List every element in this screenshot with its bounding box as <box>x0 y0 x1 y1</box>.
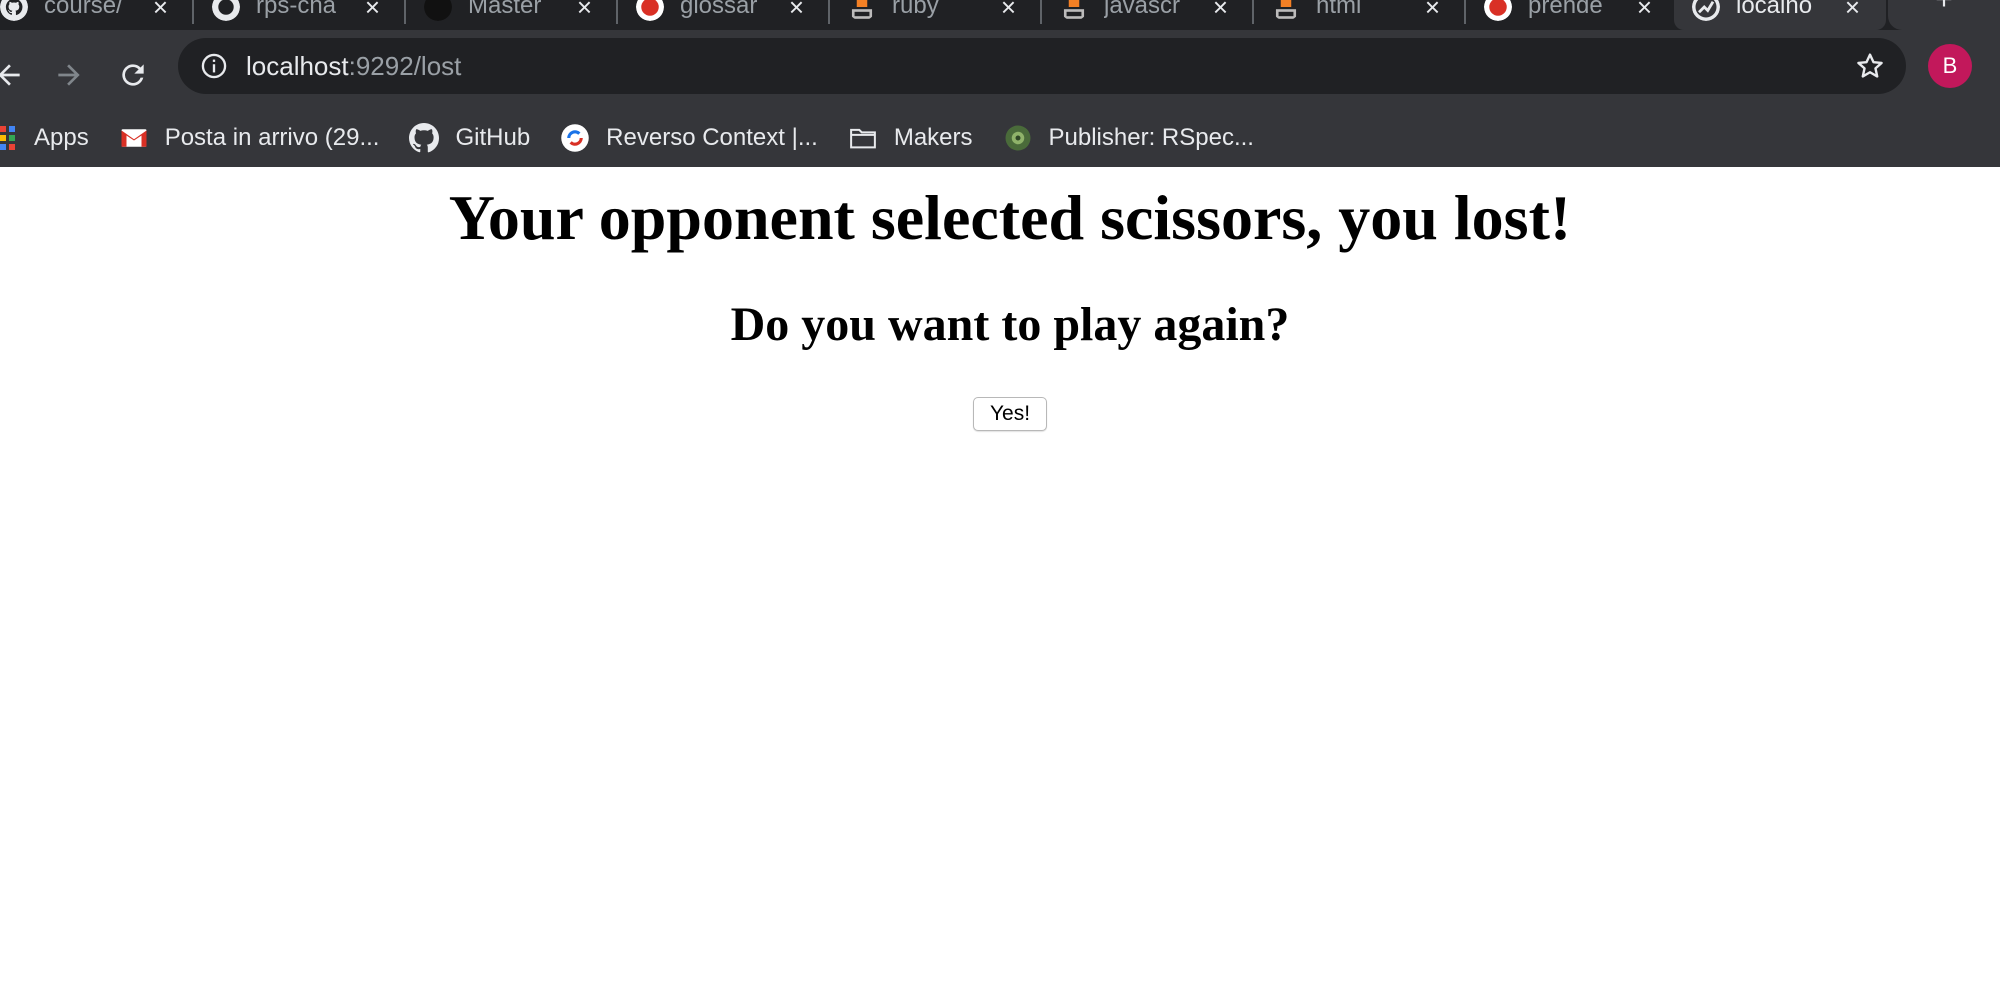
makers-icon <box>424 0 452 21</box>
globe-icon <box>1692 0 1720 21</box>
bookmark-label: Apps <box>34 124 89 151</box>
stackoverflow-icon <box>851 0 873 19</box>
forward-button[interactable] <box>44 50 94 100</box>
reverso-icon <box>1484 0 1512 21</box>
apps-grid-icon <box>0 126 15 150</box>
new-tab-button[interactable]: + <box>1888 0 2000 30</box>
reverso-icon <box>561 124 589 152</box>
tab-prende[interactable]: prende × <box>1466 0 1678 30</box>
reload-icon <box>122 64 144 86</box>
arrow-left-icon <box>0 64 20 86</box>
gmail-icon <box>121 129 147 147</box>
info-icon[interactable] <box>200 52 228 80</box>
tab-title: rps-cha <box>256 0 337 19</box>
tab-master[interactable]: Master × <box>406 0 618 30</box>
bookmark-label: GitHub <box>455 124 531 151</box>
bookmark-label: Makers <box>893 124 973 151</box>
close-icon[interactable]: × <box>365 0 380 23</box>
bookmarks-bar: Apps Posta in arrivo (29... GitHub Rever… <box>0 112 2000 164</box>
tab-localhost[interactable]: localho × <box>1674 0 1886 30</box>
tab-title: html <box>1316 0 1362 19</box>
back-button[interactable] <box>0 50 34 100</box>
close-icon[interactable]: × <box>1637 0 1652 23</box>
url-host: localhost <box>246 51 349 81</box>
close-icon[interactable]: × <box>1845 0 1860 23</box>
tab-title: javascr <box>1104 0 1181 19</box>
bookmark-publisher[interactable]: Publisher: RSpec... <box>1003 123 1254 153</box>
tab-html[interactable]: html × <box>1254 0 1466 30</box>
arrow-right-icon <box>58 64 80 86</box>
star-icon[interactable] <box>1854 50 1886 82</box>
bookmark-makers[interactable]: Makers <box>848 123 973 153</box>
reload-button[interactable] <box>108 50 158 100</box>
tab-rps[interactable]: rps-cha × <box>194 0 406 30</box>
bookmark-github[interactable]: GitHub <box>409 123 530 153</box>
github-icon <box>212 0 240 21</box>
page-content: Your opponent selected scissors, you los… <box>0 167 2000 990</box>
stackoverflow-icon <box>1063 0 1085 19</box>
close-icon[interactable]: × <box>577 0 592 23</box>
tab-title: prende <box>1528 0 1603 19</box>
browser-chrome: course/ × rps-cha × Master × glossar × r… <box>0 0 2000 167</box>
publisher-icon <box>1005 125 1031 151</box>
close-icon[interactable]: × <box>1425 0 1440 23</box>
bookmark-label: Publisher: RSpec... <box>1048 124 1254 151</box>
profile-avatar[interactable]: B <box>1928 44 1972 88</box>
bookmark-reverso[interactable]: Reverso Context |... <box>560 123 818 153</box>
github-icon <box>409 123 440 153</box>
tab-course[interactable]: course/ × <box>0 0 194 30</box>
close-icon[interactable]: × <box>153 0 168 23</box>
bookmark-apps[interactable]: Apps <box>0 123 89 153</box>
tab-title: glossar <box>680 0 758 19</box>
bookmark-label: Posta in arrivo (29... <box>164 124 380 151</box>
folder-icon <box>849 128 876 149</box>
play-again-prompt: Do you want to play again? <box>730 298 1290 351</box>
address-bar[interactable]: localhost:9292/lost <box>178 38 1906 94</box>
url-text[interactable]: localhost:9292/lost <box>246 38 461 94</box>
tab-title: Master <box>468 0 542 19</box>
tab-title: ruby <box>892 0 939 19</box>
tab-title: localho <box>1736 0 1813 19</box>
play-again-button[interactable]: Yes! <box>973 397 1047 431</box>
url-path: :9292/lost <box>348 51 462 81</box>
result-heading: Your opponent selected scissors, you los… <box>448 182 1572 253</box>
tab-ruby[interactable]: ruby × <box>830 0 1042 30</box>
tab-strip: course/ × rps-cha × Master × glossar × r… <box>0 0 2000 30</box>
tab-javascript[interactable]: javascr × <box>1042 0 1254 30</box>
bookmark-label: Reverso Context |... <box>606 124 818 151</box>
reverso-icon <box>636 0 664 21</box>
tab-glossary[interactable]: glossar × <box>618 0 830 30</box>
github-icon <box>0 0 28 21</box>
bookmark-gmail[interactable]: Posta in arrivo (29... <box>119 123 380 153</box>
close-icon[interactable]: × <box>1213 0 1228 23</box>
tab-title: course/ <box>44 0 123 19</box>
close-icon[interactable]: × <box>789 0 804 23</box>
stackoverflow-icon <box>1275 0 1297 19</box>
close-icon[interactable]: × <box>1001 0 1016 23</box>
